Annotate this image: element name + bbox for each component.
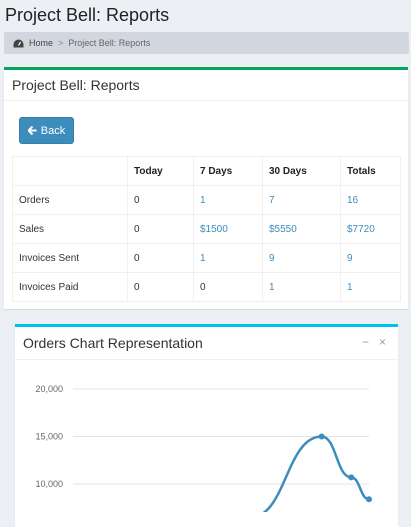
- cell-30days-link[interactable]: 9: [262, 243, 341, 273]
- page-title: Project Bell: Reports: [5, 5, 170, 25]
- series-line: [262, 435, 370, 512]
- chart-tools: − ×: [362, 336, 386, 348]
- breadcrumb-home-link[interactable]: Home: [29, 38, 53, 48]
- cell-today: 0: [127, 185, 194, 215]
- cell-total-link[interactable]: 16: [340, 185, 401, 215]
- cell-total-link[interactable]: $7720: [340, 214, 401, 244]
- table-row: Invoices Paid 0 0 1 1: [12, 272, 401, 302]
- close-icon[interactable]: ×: [379, 336, 386, 348]
- chart-title: Orders Chart Representation: [23, 335, 203, 351]
- data-point[interactable]: [366, 496, 372, 503]
- breadcrumb-separator: >: [58, 38, 64, 48]
- table-header-7days: 7 Days: [193, 156, 263, 186]
- row-label: Invoices Sent: [12, 243, 128, 273]
- data-point[interactable]: [318, 433, 325, 440]
- table-header-row: Today 7 Days 30 Days Totals: [12, 156, 401, 186]
- cell-today: 0: [127, 243, 194, 273]
- orders-chart-box: Orders Chart Representation − × 20,000 15…: [15, 324, 398, 527]
- arrow-left-icon: [27, 126, 37, 135]
- chart-header: Orders Chart Representation − ×: [15, 327, 398, 360]
- table-header-blank: [12, 156, 128, 186]
- cell-7days-link[interactable]: 1: [193, 185, 263, 215]
- cell-30days-link[interactable]: $5550: [262, 214, 341, 244]
- table-row: Sales 0 $1500 $5550 $7720: [12, 214, 401, 244]
- back-button-label: Back: [40, 124, 66, 137]
- data-point[interactable]: [348, 474, 355, 481]
- cell-7days-link[interactable]: 1: [193, 243, 263, 273]
- table-row: Invoices Sent 0 1 9 9: [12, 243, 401, 273]
- cell-total-link[interactable]: 1: [340, 272, 401, 302]
- table-header-totals: Totals: [340, 156, 401, 186]
- cell-total-link[interactable]: 9: [340, 243, 401, 273]
- table-row: Orders 0 1 7 16: [12, 185, 401, 215]
- row-label: Sales: [12, 214, 128, 244]
- table-header-today: Today: [127, 156, 194, 186]
- breadcrumb-current: Project Bell: Reports: [68, 38, 151, 48]
- orders-line-chart: 20,000 15,000 10,000: [35, 384, 372, 512]
- y-tick-label: 20,000: [35, 384, 63, 394]
- cell-today: 0: [127, 214, 194, 244]
- cell-30days-link[interactable]: 7: [262, 185, 341, 215]
- cell-7days: 0: [193, 272, 263, 302]
- reports-table: Today 7 Days 30 Days Totals Orders 0 1 7…: [12, 156, 401, 302]
- breadcrumb: Home > Project Bell: Reports: [4, 32, 409, 54]
- cell-today: 0: [127, 272, 194, 302]
- table-header-30days: 30 Days: [262, 156, 341, 186]
- reports-box-title: Project Bell: Reports: [4, 70, 408, 101]
- row-label: Orders: [12, 185, 128, 215]
- minimize-icon[interactable]: −: [362, 336, 369, 348]
- y-tick-label: 15,000: [35, 432, 63, 442]
- cell-30days-link[interactable]: 1: [262, 272, 341, 302]
- row-label: Invoices Paid: [12, 272, 128, 302]
- dashboard-icon: [13, 39, 24, 48]
- back-button[interactable]: Back: [19, 117, 74, 144]
- y-tick-label: 10,000: [35, 479, 63, 489]
- cell-7days-link[interactable]: $1500: [193, 214, 263, 244]
- reports-box: Project Bell: Reports Back Today 7 Days …: [4, 67, 408, 309]
